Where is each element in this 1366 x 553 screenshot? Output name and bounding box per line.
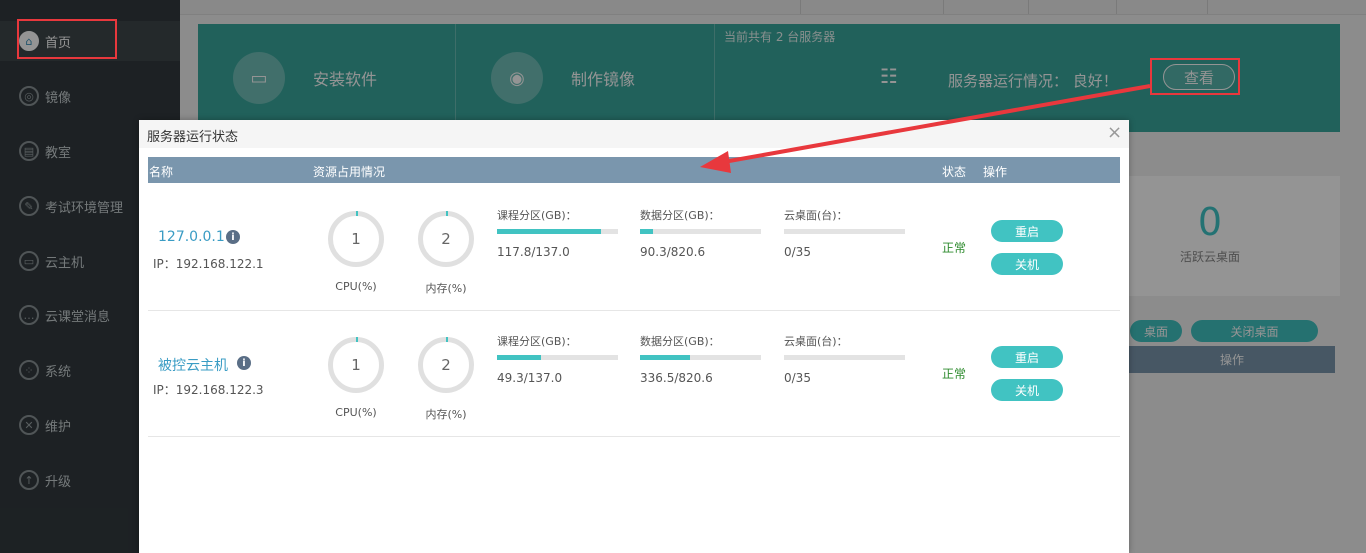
header-name: 名称 [149, 165, 174, 179]
course-partition-fill [497, 229, 602, 234]
course-partition-value: 49.3/137.0 [497, 371, 563, 385]
data-partition-value: 90.3/820.6 [640, 245, 706, 259]
modal-title-bar [139, 120, 1129, 148]
data-partition-label: 数据分区(GB)： [640, 335, 720, 348]
shutdown-button[interactable]: 关机 [991, 253, 1063, 275]
data-partition-value: 336.5/820.6 [640, 371, 713, 385]
cloud-desktop-bar [784, 355, 905, 360]
data-partition-bar [640, 355, 761, 360]
header-actions: 操作 [983, 165, 1008, 179]
memory-gauge: 2 [418, 337, 474, 393]
data-partition-fill [640, 229, 654, 234]
cpu-value: 1 [351, 230, 361, 248]
memory-value: 2 [441, 230, 451, 248]
data-partition-fill [640, 355, 690, 360]
cpu-gauge: 1 [328, 211, 384, 267]
info-icon[interactable]: i [226, 230, 240, 244]
header-usage: 资源占用情况 [313, 165, 386, 179]
cpu-label: CPU(%) [335, 406, 377, 419]
data-partition-bar [640, 229, 761, 234]
modal-title: 服务器运行状态 [147, 130, 239, 145]
server-name-link[interactable]: 被控云主机 [158, 355, 228, 375]
cloud-desktop-value: 0/35 [784, 245, 811, 259]
cpu-label: CPU(%) [335, 280, 377, 293]
status-badge: 正常 [942, 367, 967, 381]
cpu-value: 1 [351, 356, 361, 374]
cloud-desktop-value: 0/35 [784, 371, 811, 385]
restart-button[interactable]: 重启 [991, 346, 1063, 368]
course-partition-bar [497, 355, 618, 360]
table-row: 被控云主机 i IP：192.168.122.3 1 CPU(%) 2 内存(%… [148, 310, 1120, 437]
server-ip: IP：192.168.122.3 [153, 383, 264, 397]
data-partition-label: 数据分区(GB)： [640, 209, 720, 222]
memory-value: 2 [441, 356, 451, 374]
status-badge: 正常 [942, 241, 967, 255]
course-partition-value: 117.8/137.0 [497, 245, 570, 259]
restart-button[interactable]: 重启 [991, 220, 1063, 242]
cloud-desktop-label: 云桌面(台)： [784, 335, 848, 348]
memory-label: 内存(%) [425, 408, 467, 421]
course-partition-label: 课程分区(GB)： [497, 335, 577, 348]
server-name-link[interactable]: 127.0.0.1 [158, 229, 225, 245]
cpu-gauge: 1 [328, 337, 384, 393]
info-icon[interactable]: i [237, 356, 251, 370]
home-highlight-box [17, 19, 117, 59]
close-icon[interactable]: × [1107, 124, 1122, 142]
table-header: 名称 资源占用情况 状态 操作 [148, 157, 1120, 183]
server-status-modal: 服务器运行状态 × 名称 资源占用情况 状态 操作 127.0.0.1 i IP… [139, 120, 1129, 553]
shutdown-button[interactable]: 关机 [991, 379, 1063, 401]
course-partition-fill [497, 355, 541, 360]
cloud-desktop-label: 云桌面(台)： [784, 209, 848, 222]
memory-gauge: 2 [418, 211, 474, 267]
cloud-desktop-bar [784, 229, 905, 234]
course-partition-bar [497, 229, 618, 234]
view-highlight-box [1150, 58, 1240, 95]
memory-label: 内存(%) [425, 282, 467, 295]
header-status: 状态 [942, 165, 967, 179]
server-ip: IP：192.168.122.1 [153, 257, 264, 271]
course-partition-label: 课程分区(GB)： [497, 209, 577, 222]
table-row: 127.0.0.1 i IP：192.168.122.1 1 CPU(%) 2 … [148, 184, 1120, 311]
